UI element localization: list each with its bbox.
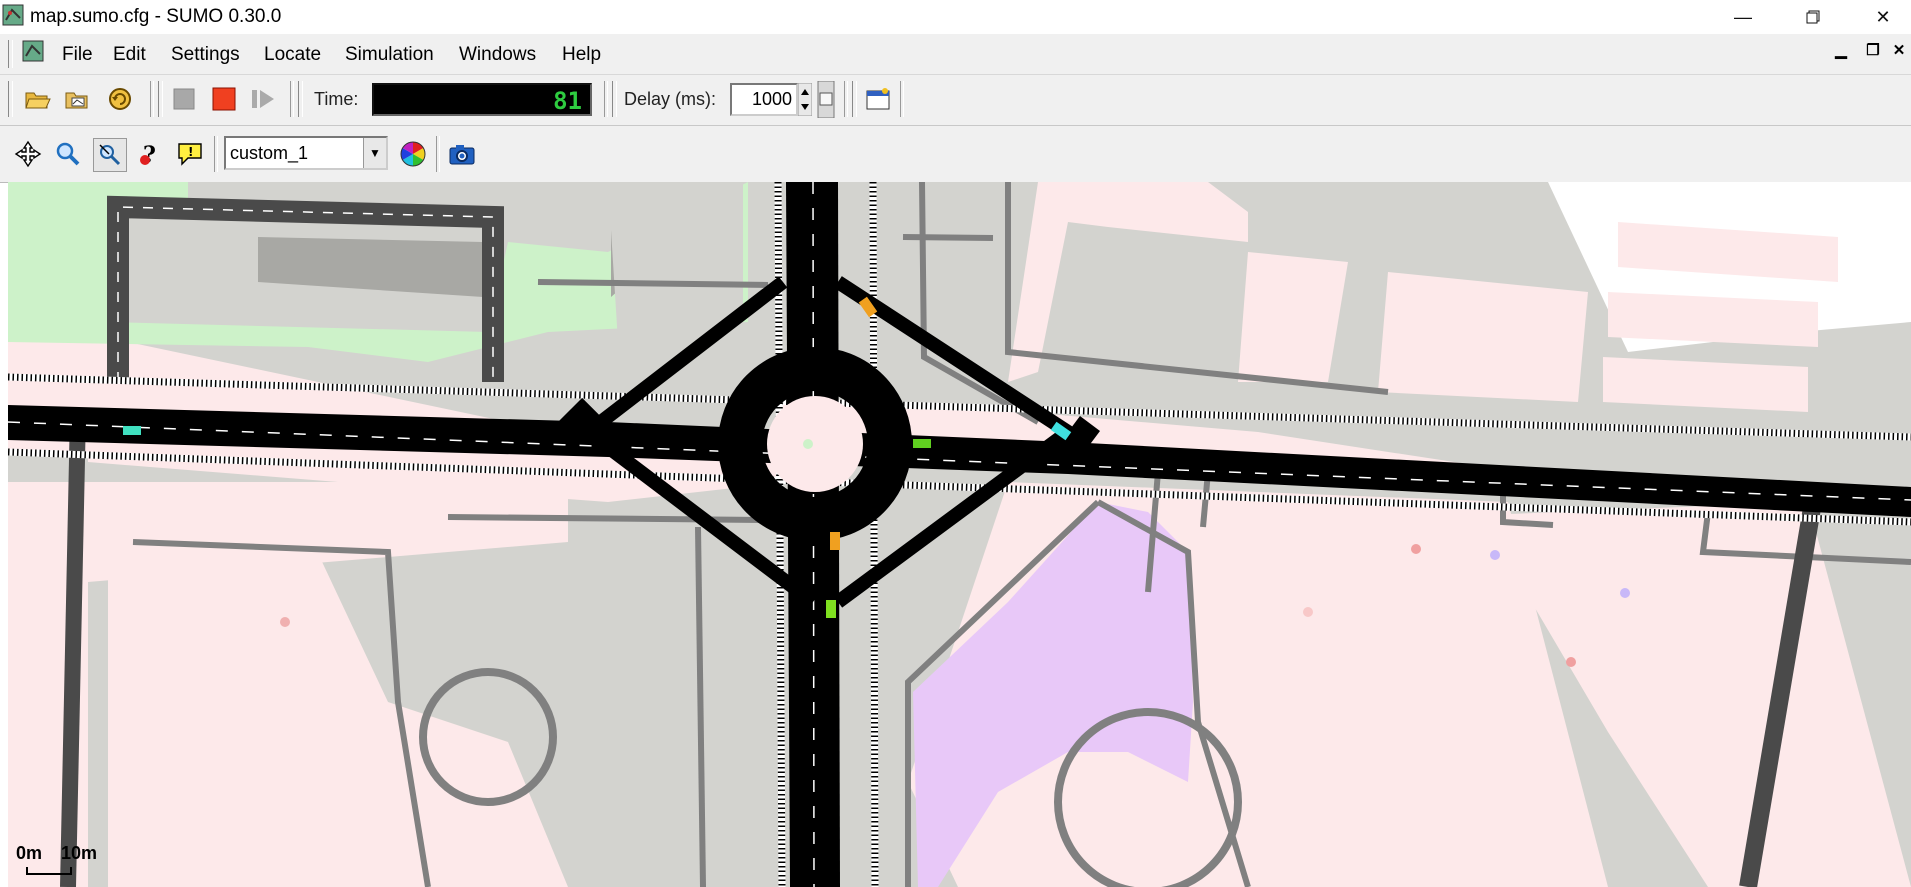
reload-icon[interactable] bbox=[104, 83, 136, 115]
menu-settings[interactable]: Settings bbox=[171, 44, 240, 66]
vehicle-lime[interactable] bbox=[826, 600, 836, 618]
menu-simulation[interactable]: Simulation bbox=[345, 44, 434, 66]
toolbar-separator-3 bbox=[604, 81, 608, 117]
scale-start-label: 0m bbox=[16, 843, 43, 863]
window-title: map.sumo.cfg - SUMO 0.30.0 bbox=[30, 6, 282, 27]
mdi-minimize-icon[interactable]: ▁ bbox=[1832, 42, 1850, 60]
camera-icon[interactable] bbox=[446, 138, 478, 170]
delay-input[interactable]: 1000 bbox=[730, 83, 798, 116]
view-toolbar-separator bbox=[214, 136, 218, 172]
road-west bbox=[60, 411, 86, 887]
delay-slider[interactable] bbox=[816, 80, 836, 119]
minor-road-5 bbox=[902, 234, 994, 241]
menu-windows[interactable]: Windows bbox=[459, 44, 536, 66]
zoom-icon[interactable] bbox=[52, 138, 84, 170]
time-display: 81 bbox=[372, 83, 592, 116]
island-marker bbox=[803, 439, 813, 449]
simulation-toolbar: Time: 81 Delay (ms): 1000 bbox=[0, 75, 1911, 126]
menu-file[interactable]: File bbox=[62, 44, 93, 66]
roundabout-island bbox=[767, 396, 863, 492]
delay-spinner[interactable] bbox=[797, 82, 813, 117]
menu-help[interactable]: Help bbox=[562, 44, 601, 66]
toolbar-separator-4 bbox=[844, 81, 848, 117]
color-wheel-icon[interactable] bbox=[397, 138, 429, 170]
toolbar-separator bbox=[150, 81, 154, 117]
color-scheme-value: custom_1 bbox=[230, 143, 309, 163]
poi-marker-4[interactable] bbox=[1620, 588, 1630, 598]
toolbar-grip-4 bbox=[612, 81, 617, 117]
scale-ruler bbox=[26, 867, 72, 875]
menu-locate[interactable]: Locate bbox=[264, 44, 321, 66]
step-icon[interactable] bbox=[248, 83, 280, 115]
svg-text:!: ! bbox=[188, 145, 193, 159]
vehicle-orange-2[interactable] bbox=[830, 532, 840, 550]
toolbar-separator-5 bbox=[900, 81, 904, 117]
mdi-restore-icon[interactable]: ❐ bbox=[1864, 42, 1882, 60]
start-disabled-icon[interactable] bbox=[168, 83, 200, 115]
menu-bar: File Edit Settings Locate Simulation Win… bbox=[0, 34, 1911, 75]
open-folder-icon[interactable] bbox=[22, 83, 54, 115]
grey-area-center bbox=[608, 182, 743, 342]
poi-marker[interactable] bbox=[280, 617, 290, 627]
restore-icon[interactable] bbox=[1790, 0, 1836, 34]
vehicle-green[interactable] bbox=[913, 439, 931, 448]
sumo-app-icon bbox=[2, 4, 24, 26]
view-toolbar-separator-2 bbox=[436, 136, 440, 172]
stop-icon[interactable] bbox=[208, 83, 240, 115]
minor-road-2 bbox=[537, 279, 769, 288]
mdi-app-icon[interactable] bbox=[22, 40, 44, 62]
building-pink-3 bbox=[1378, 272, 1588, 402]
color-scheme-select[interactable]: custom_1 ▼ bbox=[224, 136, 388, 170]
menu-edit[interactable]: Edit bbox=[113, 44, 146, 66]
toolbar-separator-2 bbox=[290, 81, 294, 117]
network-canvas[interactable] bbox=[8, 182, 1911, 887]
recenter-icon[interactable] bbox=[12, 138, 44, 170]
poi-marker-2[interactable] bbox=[1411, 544, 1421, 554]
menu-grip[interactable] bbox=[8, 40, 13, 68]
close-icon[interactable]: ✕ bbox=[1860, 0, 1906, 34]
toolbar-grip-3 bbox=[298, 81, 303, 117]
view-toolbar: ? ! custom_1 ▼ bbox=[0, 126, 1911, 183]
network-map[interactable] bbox=[8, 182, 1911, 887]
poi-marker-5[interactable] bbox=[1566, 657, 1576, 667]
time-value: 81 bbox=[553, 87, 582, 115]
scale-end-label: 10m bbox=[61, 843, 98, 863]
open-network-icon[interactable] bbox=[62, 83, 94, 115]
vehicle-teal[interactable] bbox=[123, 426, 141, 435]
toolbar-grip-2 bbox=[158, 81, 163, 117]
minor-road-3 bbox=[447, 514, 769, 523]
poi-marker-3[interactable] bbox=[1490, 550, 1500, 560]
toolbar-grip-5 bbox=[852, 81, 857, 117]
poi-marker-6[interactable] bbox=[1303, 607, 1313, 617]
query-icon[interactable]: ? bbox=[134, 138, 166, 170]
delay-label: Delay (ms): bbox=[624, 89, 717, 109]
title-bar: map.sumo.cfg - SUMO 0.30.0 — ✕ bbox=[0, 0, 1911, 34]
locate-icon[interactable] bbox=[93, 138, 127, 172]
new-view-icon[interactable] bbox=[862, 83, 894, 115]
mdi-close-icon[interactable]: ✕ bbox=[1890, 42, 1908, 60]
tooltip-icon[interactable]: ! bbox=[174, 138, 206, 170]
time-label: Time: bbox=[314, 89, 359, 109]
minimize-icon[interactable]: — bbox=[1720, 0, 1766, 34]
toolbar-grip[interactable] bbox=[8, 81, 13, 117]
scale-bar: 0m 10m bbox=[16, 843, 98, 875]
chevron-down-icon[interactable]: ▼ bbox=[363, 138, 386, 168]
